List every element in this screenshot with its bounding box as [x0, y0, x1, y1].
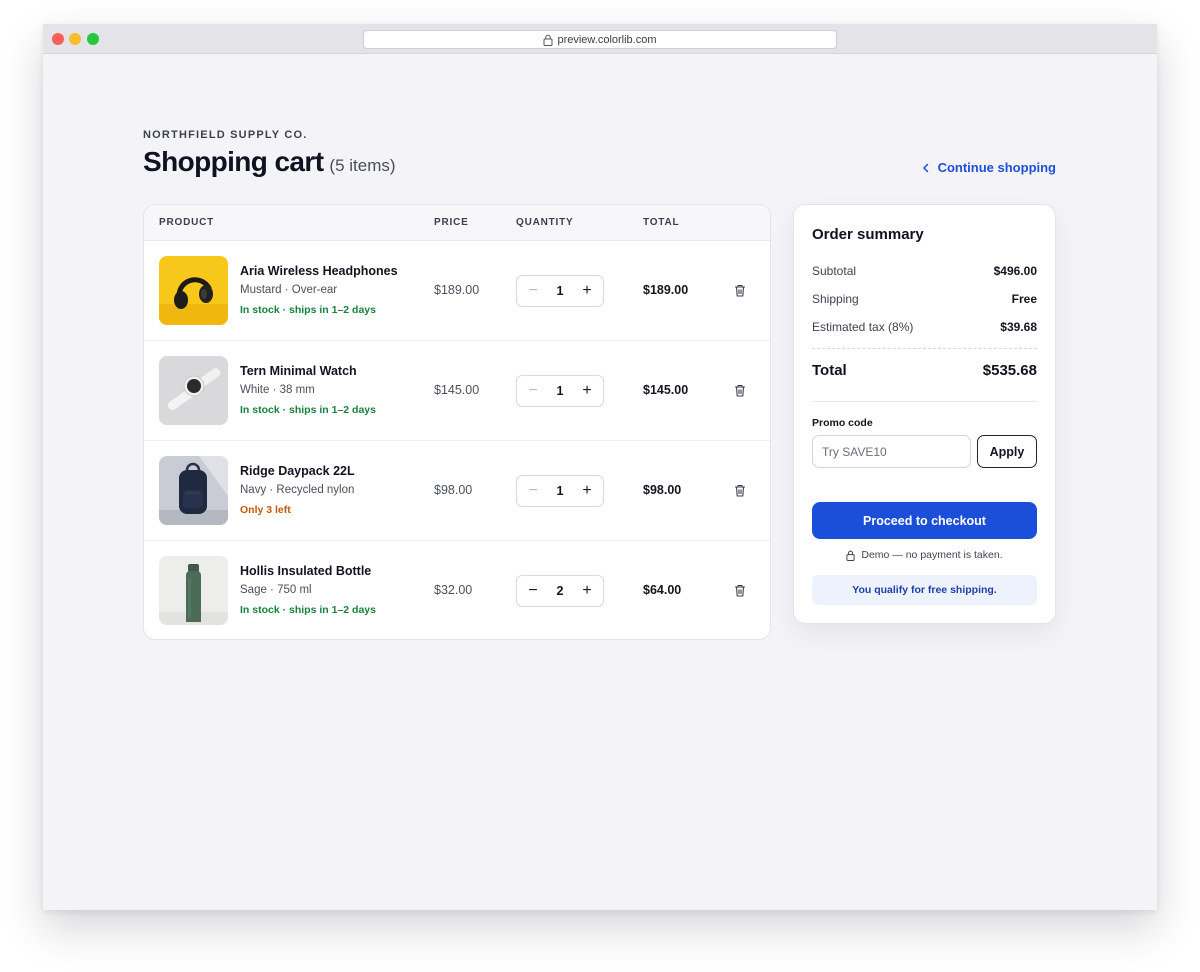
tax-value: $39.68	[1000, 320, 1037, 334]
quantity-value: 1	[556, 384, 564, 398]
increase-quantity-button[interactable]: +	[579, 583, 595, 599]
decrease-quantity-button[interactable]: −	[525, 583, 541, 599]
proceed-to-checkout-button[interactable]: Proceed to checkout	[812, 502, 1037, 539]
product-variant: Mustard · Over-ear	[240, 284, 338, 296]
line-total: $98.00	[643, 483, 682, 497]
maximize-window-button[interactable]	[87, 33, 99, 45]
product-image-backpack[interactable]	[159, 456, 228, 525]
decrease-quantity-button[interactable]: −	[525, 283, 541, 299]
line-total: $189.00	[643, 283, 689, 297]
product-variant: Navy · Recycled nylon	[240, 484, 355, 496]
cart-page: NORTHFIELD SUPPLY CO. Shopping cart (5 i…	[43, 54, 1157, 910]
lock-icon	[543, 34, 553, 46]
lock-icon	[846, 550, 855, 561]
cart-row: Hollis Insulated Bottle Sage · 750 ml In…	[144, 541, 770, 639]
item-count: (5 items)	[329, 156, 396, 175]
column-header-quantity: QUANTITY	[516, 217, 574, 228]
product-name[interactable]: Aria Wireless Headphones	[240, 264, 398, 278]
product-image-watch[interactable]	[159, 356, 228, 425]
continue-shopping-label: Continue shopping	[937, 160, 1056, 175]
cart-row: Ridge Daypack 22L Navy · Recycled nylon …	[144, 441, 770, 541]
total-value: $535.68	[982, 362, 1037, 379]
column-header-price: PRICE	[434, 217, 469, 228]
store-brand: NORTHFIELD SUPPLY CO.	[143, 129, 308, 141]
total-row: Total $535.68	[812, 362, 1037, 379]
unit-price: $145.00	[434, 383, 480, 397]
subtotal-row: Subtotal $496.00	[812, 264, 1037, 278]
column-header-total: TOTAL	[643, 217, 680, 228]
quantity-stepper: − 2 +	[516, 575, 604, 607]
trash-icon[interactable]	[734, 484, 746, 497]
unit-price: $98.00	[434, 483, 473, 497]
unit-price: $32.00	[434, 583, 473, 597]
product-image-headphones[interactable]	[159, 256, 228, 325]
line-total: $64.00	[643, 583, 682, 597]
chevron-left-icon	[922, 163, 928, 172]
continue-shopping-link[interactable]: Continue shopping	[922, 160, 1056, 175]
subtotal-value: $496.00	[993, 264, 1037, 278]
total-label: Total	[812, 362, 847, 379]
quantity-stepper: − 1 +	[516, 375, 604, 407]
increase-quantity-button[interactable]: +	[579, 283, 595, 299]
tax-row: Estimated tax (8%) $39.68	[812, 320, 1037, 334]
column-header-product: PRODUCT	[159, 217, 215, 228]
close-window-button[interactable]	[52, 33, 64, 45]
decrease-quantity-button[interactable]: −	[525, 483, 541, 499]
stock-status: In stock · ships in 1–2 days	[240, 404, 376, 416]
minimize-window-button[interactable]	[69, 33, 81, 45]
quantity-stepper: − 1 +	[516, 475, 604, 507]
shipping-value: Free	[1011, 292, 1037, 306]
cart-row: Tern Minimal Watch White · 38 mm In stoc…	[144, 341, 770, 441]
page-title: Shopping cart	[143, 146, 324, 177]
product-image-bottle[interactable]	[159, 556, 228, 625]
order-summary-title: Order summary	[812, 226, 924, 243]
quantity-value: 1	[556, 284, 564, 298]
product-name[interactable]: Tern Minimal Watch	[240, 364, 357, 378]
promo-code-input[interactable]	[812, 435, 971, 468]
table-header: PRODUCT PRICE QUANTITY TOTAL	[144, 205, 770, 241]
divider	[812, 348, 1037, 349]
trash-icon[interactable]	[734, 284, 746, 297]
cart-table: PRODUCT PRICE QUANTITY TOTAL Aria Wirele…	[143, 204, 771, 640]
subtotal-label: Subtotal	[812, 264, 857, 278]
product-name[interactable]: Ridge Daypack 22L	[240, 464, 355, 478]
promo-code-label: Promo code	[812, 417, 873, 429]
address-url: preview.colorlib.com	[557, 33, 657, 46]
stock-status: In stock · ships in 1–2 days	[240, 304, 376, 316]
apply-promo-button[interactable]: Apply	[977, 435, 1037, 468]
increase-quantity-button[interactable]: +	[579, 383, 595, 399]
order-summary: Order summary Subtotal $496.00 Shipping …	[793, 204, 1056, 624]
decrease-quantity-button[interactable]: −	[525, 383, 541, 399]
stock-status: Only 3 left	[240, 504, 291, 516]
cart-row: Aria Wireless Headphones Mustard · Over-…	[144, 241, 770, 341]
shipping-label: Shipping	[812, 292, 859, 306]
browser-chrome: preview.colorlib.com	[43, 24, 1157, 54]
unit-price: $189.00	[434, 283, 480, 297]
tax-label: Estimated tax (8%)	[812, 320, 914, 334]
shipping-row: Shipping Free	[812, 292, 1037, 306]
divider	[812, 401, 1037, 402]
free-shipping-banner: You qualify for free shipping.	[812, 575, 1037, 605]
trash-icon[interactable]	[734, 384, 746, 397]
product-name[interactable]: Hollis Insulated Bottle	[240, 564, 371, 578]
page-title-row: Shopping cart (5 items)	[143, 146, 396, 178]
quantity-stepper: − 1 +	[516, 275, 604, 307]
trash-icon[interactable]	[734, 584, 746, 597]
address-bar[interactable]: preview.colorlib.com	[363, 30, 837, 49]
demo-note-text: Demo — no payment is taken.	[861, 549, 1003, 561]
quantity-value: 2	[556, 584, 564, 598]
browser-window: preview.colorlib.com NORTHFIELD SUPPLY C…	[43, 24, 1157, 910]
quantity-value: 1	[556, 484, 564, 498]
stock-status: In stock · ships in 1–2 days	[240, 604, 376, 616]
line-total: $145.00	[643, 383, 689, 397]
product-variant: White · 38 mm	[240, 384, 315, 396]
demo-note: Demo — no payment is taken.	[812, 549, 1037, 561]
product-variant: Sage · 750 ml	[240, 584, 312, 596]
increase-quantity-button[interactable]: +	[579, 483, 595, 499]
